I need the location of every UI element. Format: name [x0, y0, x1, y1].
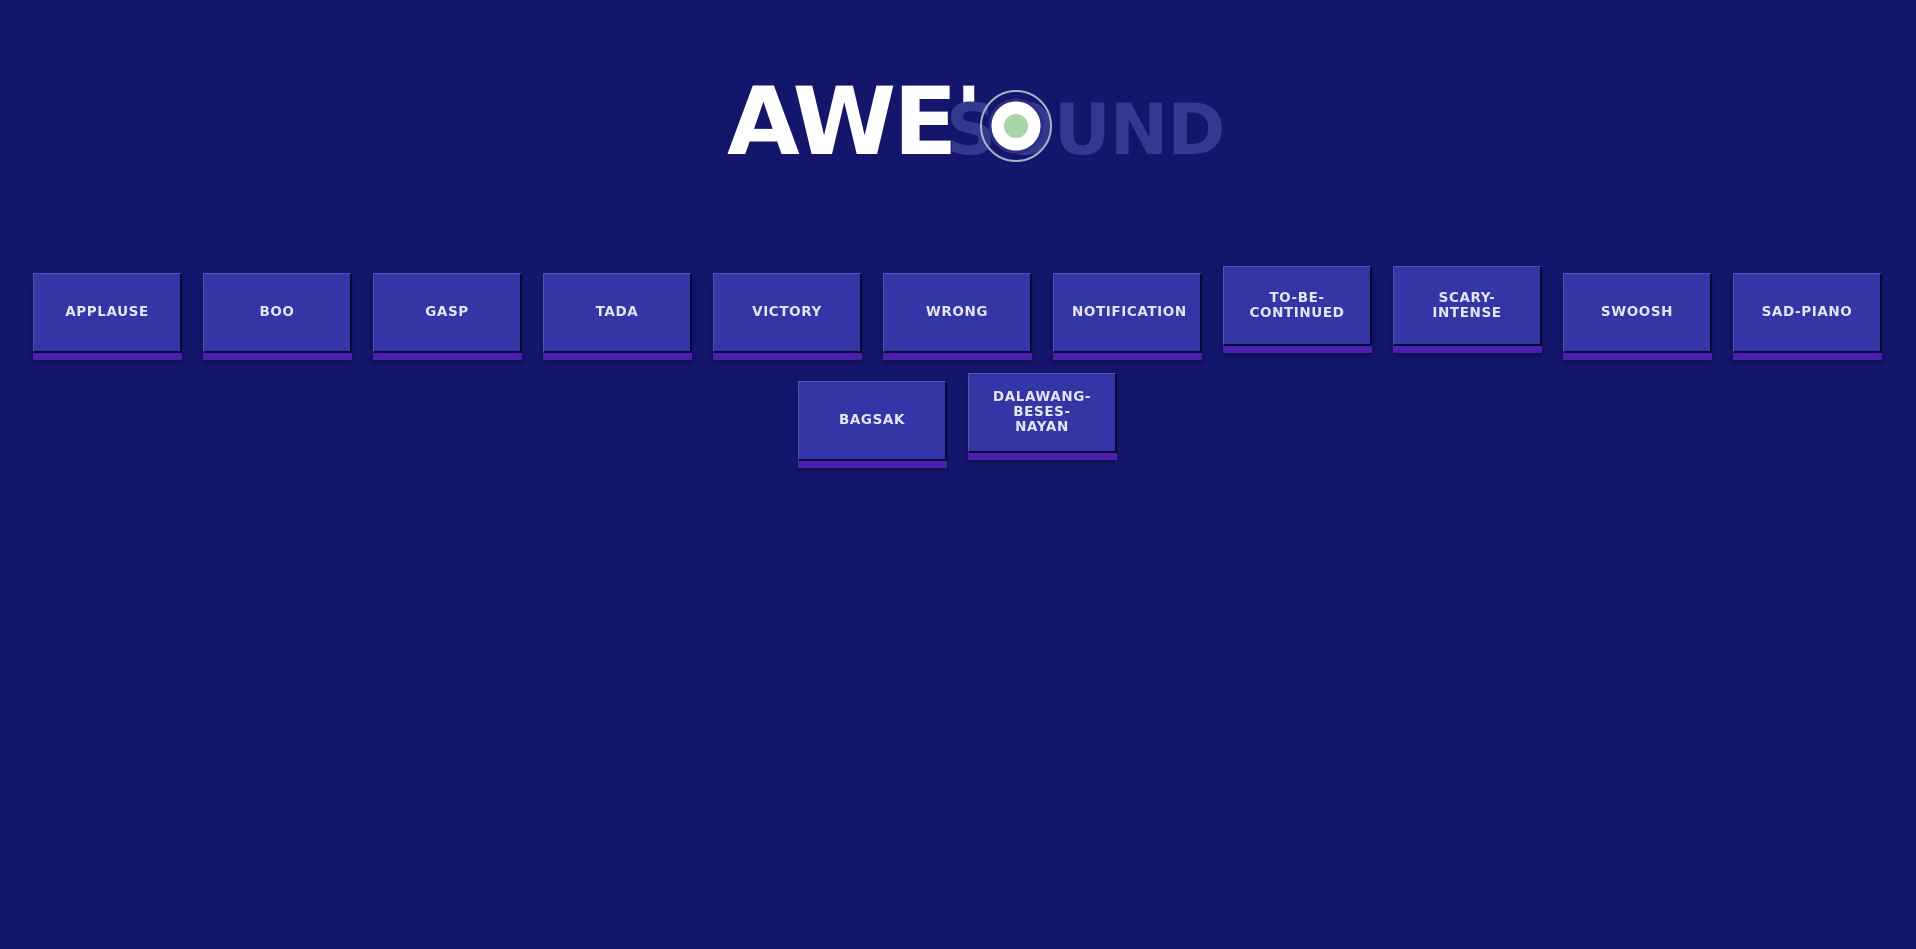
sound-button-label: TO-BE-CONTINUED — [1249, 289, 1345, 321]
sound-button-boo[interactable]: BOO — [203, 273, 352, 353]
sound-button-label: APPLAUSE — [65, 304, 149, 320]
sound-button-notification[interactable]: NOTIFICATION — [1053, 273, 1202, 353]
sound-button-label: SCARY-INTENSE — [1432, 289, 1502, 321]
sound-button-applause[interactable]: APPLAUSE — [33, 273, 182, 353]
sound-buttons-grid: APPLAUSE BOO GASP TADA VICTORY WRONG NOT… — [0, 0, 1916, 949]
sound-button-label: DALAWANG-BESES-NAYAN — [992, 389, 1092, 435]
sound-button-label: TADA — [595, 304, 639, 320]
sound-button-victory[interactable]: VICTORY — [713, 273, 862, 353]
sound-button-gasp[interactable]: GASP — [373, 273, 522, 353]
sound-button-label: VICTORY — [752, 304, 822, 320]
sound-button-sad-piano[interactable]: SAD-PIANO — [1733, 273, 1882, 353]
sound-button-dalawang-beses-nayan[interactable]: DALAWANG-BESES-NAYAN — [968, 373, 1117, 453]
sound-button-label: GASP — [425, 304, 469, 320]
sound-button-wrong[interactable]: WRONG — [883, 273, 1032, 353]
sound-button-label: WRONG — [925, 304, 989, 320]
sound-button-tada[interactable]: TADA — [543, 273, 692, 353]
sound-button-label: BOO — [259, 304, 295, 320]
sound-button-label: SAD-PIANO — [1761, 304, 1853, 320]
soundboard-page: AWE' SOUND APPLAUSE BOO GASP TADA VICTOR… — [0, 0, 1916, 949]
sound-button-bagsak[interactable]: BAGSAK — [798, 381, 947, 461]
sound-button-swoosh[interactable]: SWOOSH — [1563, 273, 1712, 353]
sound-button-label: NOTIFICATION — [1072, 304, 1187, 320]
sound-button-to-be-continued[interactable]: TO-BE-CONTINUED — [1223, 266, 1372, 346]
sound-button-label: BAGSAK — [838, 412, 906, 428]
sound-button-scary-intense[interactable]: SCARY-INTENSE — [1393, 266, 1542, 346]
sound-button-label: SWOOSH — [1600, 304, 1674, 320]
